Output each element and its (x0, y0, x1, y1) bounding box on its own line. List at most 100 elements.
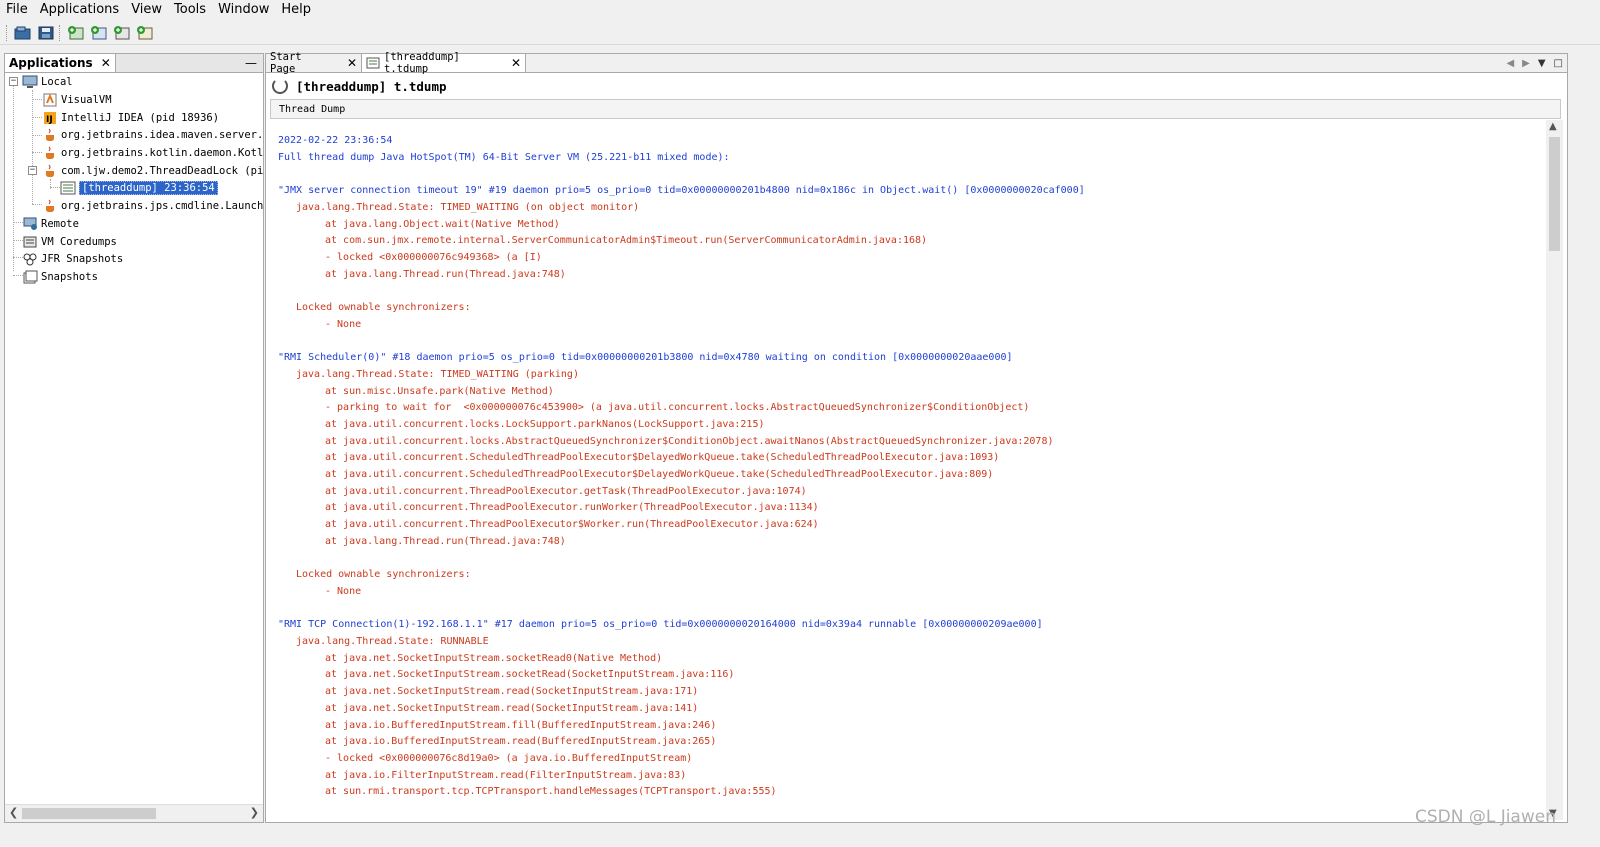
tree-horizontal-scrollbar[interactable]: ❮ ❯ (5, 804, 263, 822)
tab-threaddump[interactable]: [threaddump] t.tdump ✕ (362, 51, 526, 75)
close-icon[interactable]: ✕ (347, 56, 357, 70)
dump-line: - None (325, 585, 362, 597)
tab-threaddump-label: [threaddump] t.tdump (384, 51, 460, 75)
tree-node-jfr-snapshots[interactable]: JFR Snapshots (22, 250, 123, 267)
applications-tabbar: Applications ✕ — (5, 54, 263, 73)
toolbar (0, 21, 1600, 45)
add-jmx-icon[interactable] (66, 24, 86, 42)
dump-line: java.lang.Thread.State: RUNNABLE (296, 636, 489, 647)
tree-node-label: org.jetbrains.jps.cmdline.Launcher (61, 199, 263, 212)
dump-line: "RMI TCP Connection(1)-192.168.1.1" #17 … (278, 619, 1043, 631)
dump-line: Locked ownable synchronizers: (296, 569, 471, 581)
applications-panel: Applications ✕ — − Local VisualVM IJ Int… (4, 53, 264, 823)
dump-line: at java.util.concurrent.ThreadPoolExecut… (325, 519, 819, 531)
menu-file[interactable]: File (0, 0, 34, 20)
tree-node-label: org.jetbrains.idea.maven.server.Re (61, 128, 263, 141)
svg-text:IJ: IJ (46, 115, 53, 125)
menu-window[interactable]: Window (212, 0, 275, 20)
scroll-up-icon[interactable]: ▲ (1549, 121, 1557, 132)
collapse-deadlock-toggle[interactable]: − (28, 166, 37, 175)
thread-dump-text: 2022-02-22 23:36:54 Full thread dump Java… (270, 120, 1546, 820)
tree-node-maven-server[interactable]: org.jetbrains.idea.maven.server.Re (42, 126, 263, 143)
tree-guide (32, 90, 33, 204)
tree-node-threaddump[interactable]: [threaddump] 23:36:54 (60, 179, 218, 196)
scroll-tabs-left-icon[interactable]: ◀ (1506, 58, 1514, 69)
tab-navigation: ◀ ▶ ▼ □ (1498, 54, 1563, 72)
minimize-icon[interactable]: — (245, 56, 257, 70)
dump-line: java.lang.Thread.State: TIMED_WAITING (p… (296, 368, 579, 380)
document-title-text: [threaddump] t.tdump (296, 78, 447, 94)
dump-line: - locked <0x000000076c8d19a0> (a java.io… (325, 752, 693, 764)
tab-applications-label: Applications (9, 56, 93, 70)
tree-node-snapshots[interactable]: Snapshots (22, 268, 98, 285)
collapse-local-toggle[interactable]: − (9, 77, 18, 86)
add-coredump-icon[interactable] (112, 24, 132, 42)
tree-guide (50, 187, 60, 188)
tab-start-page[interactable]: Start Page ✕ (266, 51, 362, 75)
watermark: CSDN @L Jiawen (1414, 807, 1556, 827)
scroll-right-icon[interactable]: ❯ (250, 806, 259, 819)
dump-line: at java.lang.Thread.run(Thread.java:748) (325, 535, 566, 547)
tree-node-visualvm[interactable]: VisualVM (42, 91, 112, 108)
tree-node-vm-coredumps[interactable]: VM Coredumps (22, 233, 117, 250)
tree-node-intellij[interactable]: IJ IntelliJ IDEA (pid 18936) (42, 109, 219, 126)
close-icon[interactable]: ✕ (511, 56, 521, 70)
tree-node-kotlin-daemon[interactable]: org.jetbrains.kotlin.daemon.Kotlin (42, 144, 263, 161)
dump-line: at java.io.BufferedInputStream.read(Buff… (325, 736, 717, 748)
dump-line: 2022-02-22 23:36:54 (278, 135, 393, 146)
menu-tools[interactable]: Tools (168, 0, 212, 20)
visualvm-icon (42, 92, 58, 107)
toolbar-separator (59, 24, 62, 41)
tree-node-label: VM Coredumps (41, 235, 117, 248)
dump-line: at java.net.SocketInputStream.read(Socke… (325, 686, 699, 698)
tree-node-local[interactable]: Local (22, 73, 73, 90)
dump-line: at java.net.SocketInputStream.socketRead… (325, 652, 663, 664)
scroll-thumb[interactable] (22, 808, 156, 819)
threaddump-icon (60, 181, 76, 195)
dump-line: at java.io.BufferedInputStream.fill(Buff… (325, 719, 717, 731)
tree-node-label: JFR Snapshots (41, 252, 124, 265)
save-icon[interactable] (36, 24, 56, 42)
document-title: [threaddump] t.tdump (272, 76, 447, 96)
tree-guide (32, 204, 42, 205)
scroll-thumb[interactable] (1549, 137, 1560, 251)
close-icon[interactable]: ✕ (101, 56, 111, 70)
dump-line: Locked ownable synchronizers: (296, 302, 471, 313)
dump-line: at java.util.concurrent.locks.LockSuppor… (325, 418, 765, 430)
intellij-icon: IJ (42, 111, 58, 125)
thread-dump-subtab-label: Thread Dump (279, 103, 346, 115)
dump-line: at java.util.concurrent.ThreadPoolExecut… (325, 502, 819, 514)
tree-node-label: Snapshots (41, 270, 98, 283)
tree-node-threaddeadlock[interactable]: com.ljw.demo2.ThreadDeadLock (pid (42, 162, 263, 179)
dump-line: java.lang.Thread.State: TIMED_WAITING (o… (296, 201, 640, 213)
computer-icon (22, 75, 38, 89)
tab-list-icon[interactable]: ▼ (1538, 58, 1546, 69)
document-tabbar: Start Page ✕ [threaddump] t.tdump ✕ ◀ ▶ … (266, 51, 1567, 75)
tree-guide (32, 135, 42, 136)
thread-dump-subtab[interactable]: Thread Dump (270, 99, 1561, 119)
menu-view[interactable]: View (125, 0, 168, 20)
dump-line: - None (325, 318, 362, 330)
java-cup-icon (42, 199, 58, 213)
dump-line: at java.util.concurrent.ScheduledThreadP… (325, 469, 994, 480)
menu-applications[interactable]: Applications (34, 0, 125, 20)
coredump-icon (22, 235, 38, 249)
dump-vertical-scrollbar[interactable]: ▲ ▼ (1546, 120, 1563, 820)
load-snapshot-icon[interactable] (13, 24, 33, 42)
maximize-icon[interactable]: □ (1554, 58, 1563, 69)
add-snapshot-icon[interactable] (135, 24, 155, 42)
dump-line: - locked <0x000000076c949368> (a [I) (325, 251, 542, 263)
tree-node-label: IntelliJ IDEA (pid 18936) (61, 111, 220, 124)
loading-spinner-icon (272, 78, 288, 94)
tree-node-label: com.ljw.demo2.ThreadDeadLock (pid (61, 164, 263, 177)
tab-applications[interactable]: Applications ✕ (5, 54, 116, 72)
scroll-left-icon[interactable]: ❮ (9, 806, 18, 819)
menu-help[interactable]: Help (275, 0, 317, 20)
tree-node-remote[interactable]: Remote (22, 215, 79, 232)
add-remote-host-icon[interactable] (89, 24, 109, 42)
toolbar-grip (6, 24, 9, 41)
tree-node-jps-launcher[interactable]: org.jetbrains.jps.cmdline.Launcher (42, 197, 263, 214)
dump-line: at java.lang.Thread.run(Thread.java:748) (325, 268, 566, 280)
java-cup-icon (42, 128, 58, 142)
scroll-tabs-right-icon[interactable]: ▶ (1522, 58, 1530, 69)
